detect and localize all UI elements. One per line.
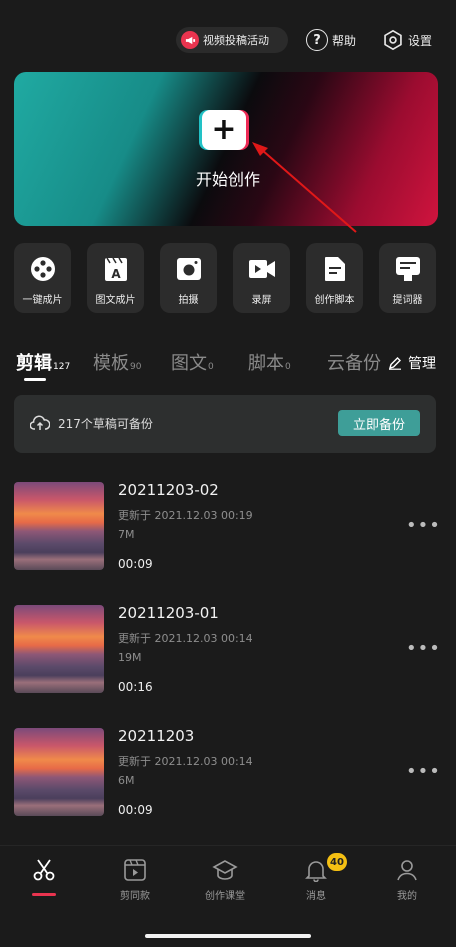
tab-label: 云备份 xyxy=(327,353,381,374)
nav-edit[interactable] xyxy=(9,858,79,882)
tool-image-text-film[interactable]: A 图文成片 xyxy=(87,243,144,313)
graduation-cap-icon xyxy=(212,860,238,880)
draft-thumbnail[interactable] xyxy=(14,482,104,570)
promo-label: 视频投稿活动 xyxy=(203,34,269,47)
draft-updated: 更新于 2021.12.03 00:14 xyxy=(118,755,253,768)
settings-label: 设置 xyxy=(408,33,433,48)
backup-text: 217个草稿可备份 xyxy=(58,417,153,431)
nav-label: 我的 xyxy=(397,891,417,902)
tab-templates[interactable]: 模板 90 xyxy=(93,349,141,375)
help-label: 帮助 xyxy=(332,33,357,48)
message-count-badge: 40 xyxy=(327,853,347,871)
tool-screen-record[interactable]: 录屏 xyxy=(233,243,290,313)
film-reel-icon xyxy=(30,256,56,282)
draft-duration: 00:09 xyxy=(118,803,153,817)
draft-duration: 00:16 xyxy=(118,680,153,694)
person-icon xyxy=(397,860,417,881)
start-creation-label: 开始创作 xyxy=(195,170,260,189)
tab-label: 剪辑 xyxy=(16,353,52,374)
nav-label: 创作课堂 xyxy=(205,891,245,902)
template-icon xyxy=(124,859,146,881)
draft-updated: 更新于 2021.12.03 00:19 xyxy=(118,509,253,522)
tool-teleprompter[interactable]: 提词器 xyxy=(379,243,436,313)
draft-size: 19M xyxy=(118,651,142,664)
nav-template[interactable]: 剪同款 xyxy=(100,858,170,902)
script-document-icon xyxy=(324,256,346,282)
tool-label: 一键成片 xyxy=(22,295,63,306)
nav-creation-class[interactable]: 创作课堂 xyxy=(190,858,260,902)
draft-title[interactable]: 20211203-02 xyxy=(118,481,219,499)
add-project-button[interactable]: + xyxy=(202,110,246,150)
nav-active-indicator xyxy=(32,893,56,896)
draft-updated: 更新于 2021.12.03 00:14 xyxy=(118,632,253,645)
tab-label: 图文 xyxy=(171,353,207,374)
nav-profile[interactable]: 我的 xyxy=(372,858,442,902)
draft-thumbnail[interactable] xyxy=(14,728,104,816)
more-options-button[interactable]: ••• xyxy=(406,515,441,536)
svg-text:A: A xyxy=(111,267,121,281)
promo-activity-button[interactable]: 视频投稿活动 xyxy=(176,27,288,53)
tool-label: 录屏 xyxy=(251,295,272,306)
help-icon: ? xyxy=(306,29,328,51)
home-indicator[interactable] xyxy=(145,934,311,938)
tool-shoot[interactable]: 拍摄 xyxy=(160,243,217,313)
tab-count: 0 xyxy=(285,362,291,372)
tab-label: 模板 xyxy=(93,353,129,374)
draft-size: 6M xyxy=(118,774,135,787)
video-camera-icon xyxy=(248,256,276,282)
bottom-nav-divider xyxy=(0,845,456,846)
clapper-text-icon: A xyxy=(104,256,128,282)
draft-title[interactable]: 20211203 xyxy=(118,727,194,745)
bell-icon xyxy=(305,861,327,882)
draft-thumbnail[interactable] xyxy=(14,605,104,693)
camera-icon xyxy=(176,256,202,282)
draft-duration: 00:09 xyxy=(118,557,153,571)
tool-label: 图文成片 xyxy=(95,295,136,306)
draft-size: 7M xyxy=(118,528,135,541)
nav-label: 剪同款 xyxy=(120,891,150,902)
nav-label: 消息 xyxy=(306,891,326,902)
edit-pencil-icon xyxy=(388,357,401,370)
megaphone-icon xyxy=(181,31,199,49)
scissors-icon xyxy=(33,859,55,881)
help-button[interactable]: ? 帮助 xyxy=(306,29,356,51)
more-options-button[interactable]: ••• xyxy=(406,638,441,659)
teleprompter-icon xyxy=(395,256,421,282)
tool-creation-script[interactable]: 创作脚本 xyxy=(306,243,363,313)
cloud-upload-icon xyxy=(30,415,50,430)
tool-one-click-film[interactable]: 一键成片 xyxy=(14,243,71,313)
tab-count: 127 xyxy=(53,362,71,372)
manage-button[interactable]: 管理 xyxy=(388,353,436,373)
plus-icon: + xyxy=(211,112,237,147)
settings-button[interactable]: 设置 xyxy=(382,29,432,51)
manage-label: 管理 xyxy=(408,356,436,372)
tab-label: 脚本 xyxy=(248,353,284,374)
tab-count: 90 xyxy=(130,362,142,372)
tab-scripts[interactable]: 脚本 0 xyxy=(248,349,291,375)
backup-now-button[interactable]: 立即备份 xyxy=(338,410,420,436)
more-options-button[interactable]: ••• xyxy=(406,761,441,782)
draft-title[interactable]: 20211203-01 xyxy=(118,604,219,622)
tool-label: 提词器 xyxy=(392,295,423,306)
tab-image-text[interactable]: 图文 0 xyxy=(171,349,214,375)
tab-cloud-backup[interactable]: 云备份 xyxy=(327,349,385,375)
tab-count: 0 xyxy=(208,362,214,372)
tab-edit[interactable]: 剪辑 127 xyxy=(16,349,70,375)
tool-label: 创作脚本 xyxy=(314,295,355,306)
backup-card: 217个草稿可备份 立即备份 xyxy=(14,395,436,453)
active-tab-indicator xyxy=(24,378,46,381)
settings-gear-icon xyxy=(384,29,402,51)
tool-label: 拍摄 xyxy=(178,295,199,306)
